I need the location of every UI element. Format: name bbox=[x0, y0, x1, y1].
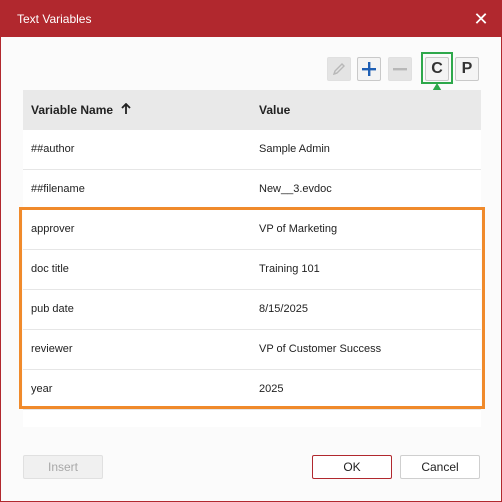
sort-ascending-icon bbox=[121, 102, 132, 114]
ok-button[interactable]: OK bbox=[312, 455, 392, 479]
variable-value-cell: Sample Admin bbox=[259, 143, 330, 155]
variable-name-cell: ##filename bbox=[31, 183, 85, 195]
table-row[interactable]: ##filename New__3.evdoc bbox=[23, 170, 481, 210]
close-icon[interactable]: ✕ bbox=[469, 7, 493, 31]
insert-button[interactable]: Insert bbox=[23, 455, 103, 479]
pencil-icon bbox=[332, 63, 345, 76]
plus-icon bbox=[362, 62, 376, 76]
dialog-title-bar: Text Variables ✕ bbox=[1, 1, 501, 37]
variable-value-cell: New__3.evdoc bbox=[259, 183, 332, 195]
column-header-variable-name[interactable]: Variable Name bbox=[31, 102, 132, 117]
variable-name-cell: ##author bbox=[31, 143, 75, 155]
p-button[interactable]: P bbox=[455, 57, 479, 81]
dialog-title: Text Variables bbox=[17, 12, 92, 26]
cancel-button[interactable]: Cancel bbox=[400, 455, 480, 479]
edit-variable-button[interactable] bbox=[327, 57, 351, 81]
table-row[interactable]: ##author Sample Admin bbox=[23, 130, 481, 170]
remove-variable-button[interactable] bbox=[388, 57, 412, 81]
table-header: Variable Name Value bbox=[23, 90, 481, 130]
custom-variables-highlight bbox=[19, 207, 485, 409]
minus-icon bbox=[393, 68, 407, 71]
c-button-highlight bbox=[421, 52, 453, 84]
column-header-value[interactable]: Value bbox=[259, 103, 290, 117]
add-variable-button[interactable] bbox=[357, 57, 381, 81]
